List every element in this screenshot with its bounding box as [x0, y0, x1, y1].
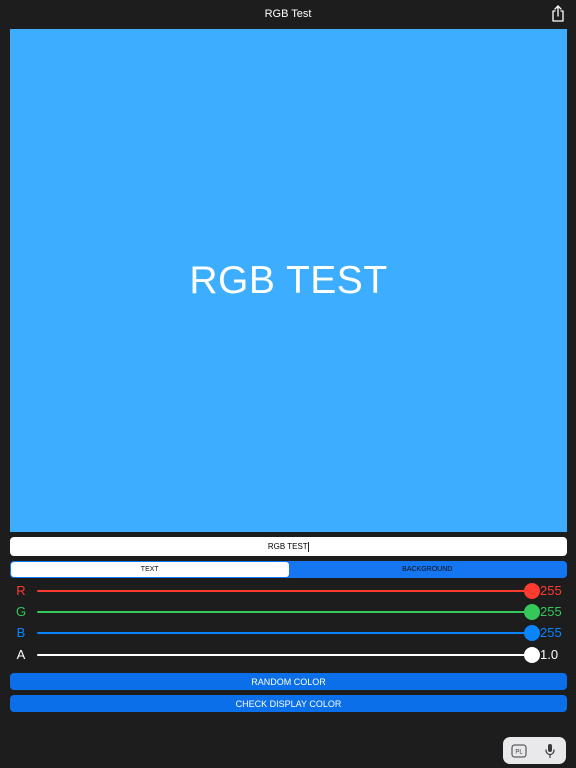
- color-preview: RGB TEST: [10, 29, 567, 532]
- preview-text: RGB TEST: [189, 258, 388, 302]
- microphone-icon[interactable]: [541, 742, 559, 760]
- slider-label-green: G: [15, 604, 27, 619]
- check-display-color-button[interactable]: CHECK DISPLAY COLOR: [10, 695, 567, 712]
- slider-row-green: G 255: [0, 603, 576, 621]
- slider-thumb-alpha[interactable]: [524, 647, 540, 663]
- slider-row-blue: B 255: [0, 624, 576, 642]
- preview-text-input-value: RGB TEST: [267, 542, 308, 551]
- slider-thumb-green[interactable]: [524, 604, 540, 620]
- slider-row-red: R 255: [0, 582, 576, 600]
- random-color-button[interactable]: RANDOM COLOR: [10, 673, 567, 690]
- slider-alpha[interactable]: [37, 647, 540, 663]
- page-title: RGB Test: [264, 8, 312, 20]
- slider-value-red: 255: [540, 583, 562, 598]
- preview-text-input[interactable]: RGB TEST: [10, 537, 567, 556]
- segment-text[interactable]: TEXT: [11, 562, 289, 577]
- slider-value-blue: 255: [540, 625, 562, 640]
- slider-thumb-blue[interactable]: [524, 625, 540, 641]
- keyboard-shortcut-bar: PL: [503, 737, 566, 764]
- slider-value-alpha: 1.0: [540, 647, 559, 662]
- slider-label-alpha: A: [16, 647, 26, 662]
- slider-green[interactable]: [37, 604, 540, 620]
- slider-label-red: R: [16, 583, 26, 598]
- slider-thumb-red[interactable]: [524, 583, 540, 599]
- slider-label-blue: B: [16, 625, 26, 640]
- share-icon[interactable]: [550, 5, 566, 23]
- language-code: PL: [515, 749, 523, 755]
- text-caret: [308, 541, 310, 552]
- slider-red[interactable]: [37, 583, 540, 599]
- navigation-bar: RGB Test: [0, 0, 576, 28]
- slider-row-alpha: A 1.0: [0, 646, 576, 664]
- slider-value-green: 255: [540, 604, 562, 619]
- language-keyboard-icon[interactable]: PL: [510, 742, 528, 760]
- target-segmented-control[interactable]: TEXT BACKGROUND: [10, 561, 567, 578]
- segment-background[interactable]: BACKGROUND: [289, 562, 567, 577]
- app-window: RGB Test RGB TEST RGB TEST TEXT BACKGROU…: [0, 0, 576, 768]
- slider-blue[interactable]: [37, 625, 540, 641]
